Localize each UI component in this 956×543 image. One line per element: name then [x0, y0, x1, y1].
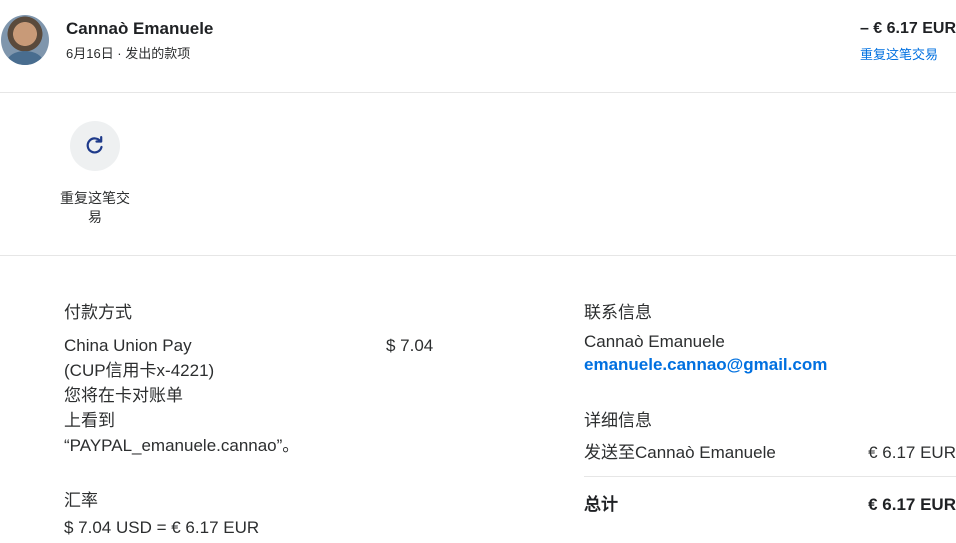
divider: [0, 92, 956, 93]
transaction-date-type: 6月16日 · 发出的款项: [66, 46, 191, 61]
total-label: 总计: [584, 495, 618, 514]
refresh-icon: [86, 136, 103, 154]
divider: [0, 255, 956, 256]
divider: [584, 476, 956, 477]
sent-to-label: 发送至Cannaò Emanuele: [584, 443, 776, 462]
sent-to-amount: € 6.17 EUR: [868, 443, 956, 462]
contact-email-link[interactable]: emanuele.cannao@gmail.com: [584, 355, 827, 375]
repeat-transaction-action[interactable]: 重复这笔交易: [52, 121, 138, 227]
avatar: [1, 15, 49, 65]
repeat-transaction-link[interactable]: 重复这笔交易: [860, 44, 938, 63]
transaction-header: Cannaò Emanuele 6月16日 · 发出的款项 – € 6.17 E…: [0, 0, 956, 92]
exchange-rate-title: 汇率: [64, 491, 98, 510]
total-amount: € 6.17 EUR: [868, 495, 956, 514]
exchange-rate-value: $ 7.04 USD = € 6.17 EUR: [64, 518, 260, 537]
recipient-name: Cannaò Emanuele: [66, 19, 214, 38]
transaction-amount: – € 6.17 EUR: [859, 20, 956, 37]
contact-name: Cannaò Emanuele: [584, 332, 725, 351]
repeat-transaction-label: 重复这笔交易: [60, 190, 130, 225]
repeat-transaction-button[interactable]: [70, 121, 120, 171]
details-title: 详细信息: [584, 411, 652, 430]
payment-method-title: 付款方式: [64, 303, 132, 322]
payment-method-details: China Union Pay (CUP信用卡x-4221) 您将在卡对账单 上…: [64, 336, 300, 455]
payment-amount: $ 7.04: [386, 336, 434, 355]
contact-info-title: 联系信息: [584, 303, 652, 322]
